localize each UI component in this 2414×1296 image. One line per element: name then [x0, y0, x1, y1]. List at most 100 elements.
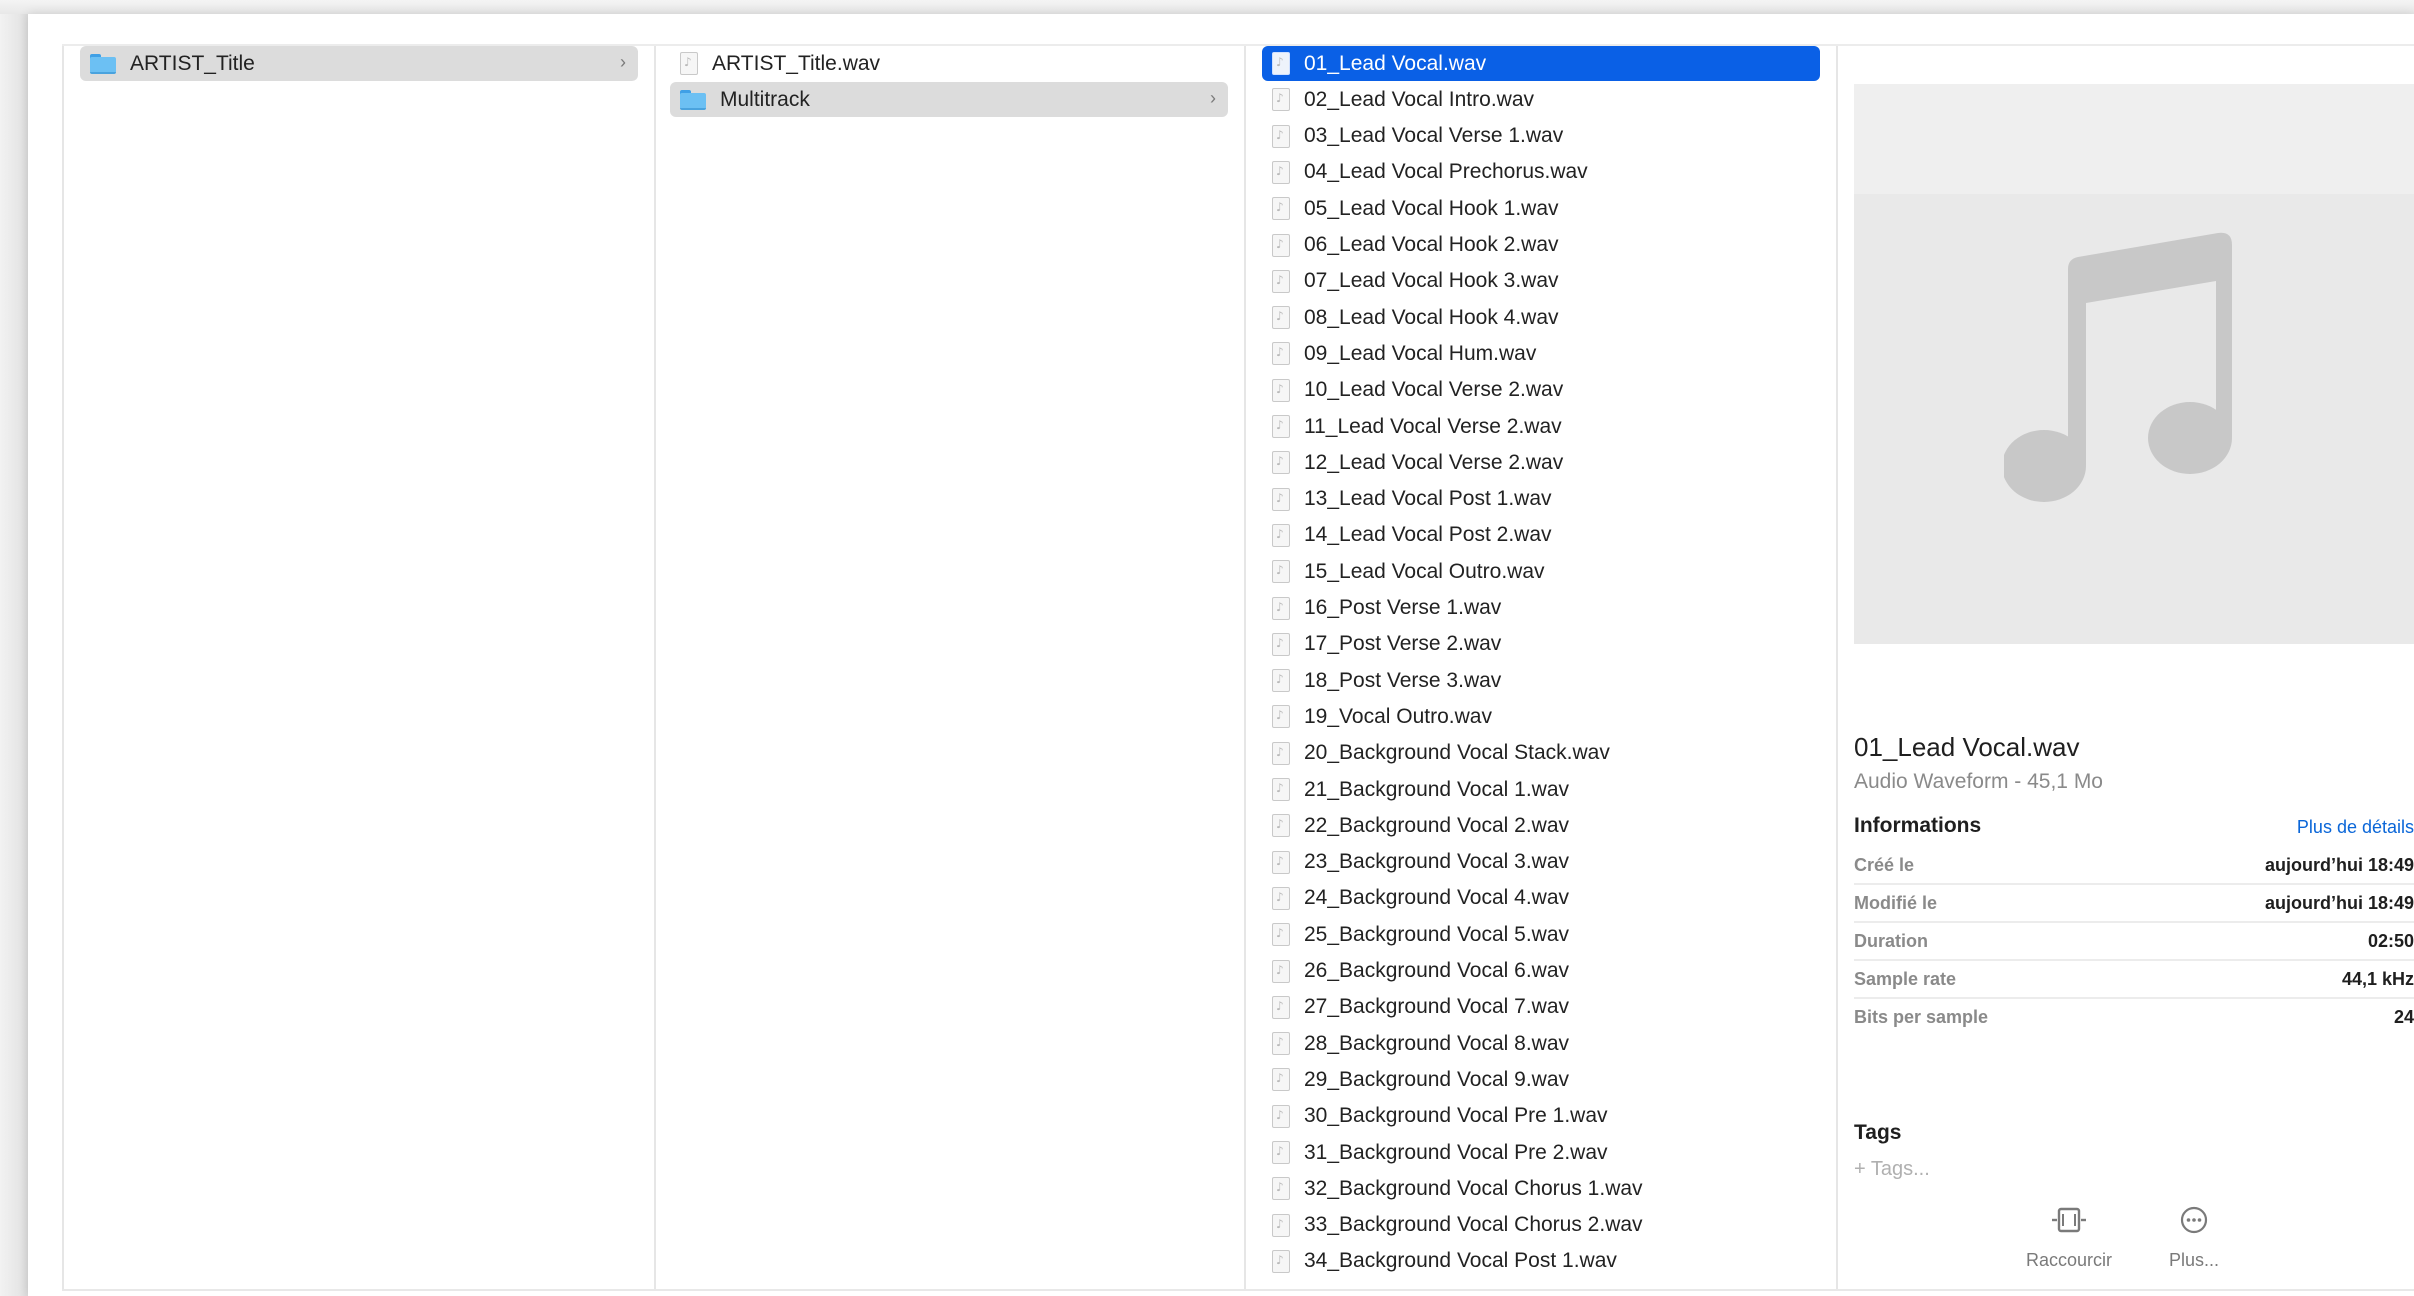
- preview-pane: 01_Lead Vocal.wav Audio Waveform - 45,1 …: [1854, 84, 2414, 1289]
- info-value: 44,1 kHz: [2341, 969, 2414, 989]
- info-label: Sample rate: [1854, 969, 1957, 989]
- file-row[interactable]: 10_Lead Vocal Verse 2.wav: [1262, 373, 1820, 408]
- file-name: 11_Lead Vocal Verse 2.wav: [1304, 414, 1562, 438]
- chevron-right-icon: ›: [620, 52, 626, 72]
- file-row[interactable]: 34_Background Vocal Post 1.wav: [1262, 1244, 1820, 1279]
- audio-file-icon: [1272, 632, 1290, 656]
- file-row[interactable]: 19_Vocal Outro.wav: [1262, 699, 1820, 734]
- file-row[interactable]: 22_Background Vocal 2.wav: [1262, 808, 1820, 843]
- file-row[interactable]: 28_Background Vocal 8.wav: [1262, 1026, 1820, 1061]
- file-name: 07_Lead Vocal Hook 3.wav: [1304, 269, 1559, 293]
- file-name: 10_Lead Vocal Verse 2.wav: [1304, 378, 1564, 402]
- more-button[interactable]: Plus...: [2139, 1204, 2249, 1271]
- file-row[interactable]: 06_Lead Vocal Hook 2.wav: [1262, 228, 1820, 263]
- info-value: aujourd’hui 18:49: [2264, 855, 2414, 875]
- info-label: Modifié le: [1854, 893, 1938, 913]
- file-row[interactable]: 33_Background Vocal Chorus 2.wav: [1262, 1208, 1820, 1243]
- file-row[interactable]: 05_Lead Vocal Hook 1.wav: [1262, 191, 1820, 226]
- window-bottom-divider: [62, 1289, 2414, 1291]
- audio-file-icon: [1272, 959, 1290, 983]
- info-value: 02:50: [2367, 931, 2414, 951]
- audio-file-icon: [1272, 52, 1290, 75]
- info-row-modified: Modifié le aujourd’hui 18:49: [1854, 885, 2414, 923]
- column-2[interactable]: ARTIST_Title.wav Multitrack ›: [654, 46, 1246, 1289]
- file-row[interactable]: 13_Lead Vocal Post 1.wav: [1262, 482, 1820, 517]
- preview-file-kind: Audio Waveform - 45,1 Mo: [1854, 770, 2103, 793]
- file-row[interactable]: 16_Post Verse 1.wav: [1262, 591, 1820, 626]
- file-name: 04_Lead Vocal Prechorus.wav: [1304, 160, 1588, 184]
- file-name: 06_Lead Vocal Hook 2.wav: [1304, 233, 1559, 256]
- file-row[interactable]: 18_Post Verse 3.wav: [1262, 663, 1820, 698]
- file-row[interactable]: 12_Lead Vocal Verse 2.wav: [1262, 445, 1820, 480]
- file-row[interactable]: 01_Lead Vocal.wav: [1262, 46, 1820, 81]
- file-row[interactable]: 03_Lead Vocal Verse 1.wav: [1262, 119, 1820, 154]
- file-name: 34_Background Vocal Post 1.wav: [1304, 1249, 1617, 1273]
- column-3[interactable]: 01_Lead Vocal.wav 02_Lead Vocal Intro.wav…: [1246, 46, 1838, 1289]
- trim-button[interactable]: Raccourcir: [2014, 1204, 2124, 1271]
- file-name: 33_Background Vocal Chorus 2.wav: [1304, 1213, 1643, 1237]
- file-row[interactable]: 29_Background Vocal 9.wav: [1262, 1062, 1820, 1097]
- finder-window: ARTIST_Title › ARTIST_Title.wav Multitra…: [28, 14, 2414, 1296]
- file-row[interactable]: 02_Lead Vocal Intro.wav: [1262, 82, 1820, 117]
- file-name: 15_Lead Vocal Outro.wav: [1304, 559, 1545, 583]
- file-row[interactable]: 24_Background Vocal 4.wav: [1262, 881, 1820, 916]
- file-name: 30_Background Vocal Pre 1.wav: [1304, 1104, 1608, 1128]
- file-row[interactable]: 04_Lead Vocal Prechorus.wav: [1262, 155, 1820, 190]
- file-row[interactable]: 21_Background Vocal 1.wav: [1262, 772, 1820, 807]
- file-name: 21_Background Vocal 1.wav: [1304, 777, 1570, 801]
- file-row[interactable]: 14_Lead Vocal Post 2.wav: [1262, 518, 1820, 553]
- audio-file-icon: [1272, 451, 1290, 475]
- folder-row-multitrack[interactable]: Multitrack ›: [670, 82, 1228, 117]
- file-row[interactable]: 08_Lead Vocal Hook 4.wav: [1262, 300, 1820, 335]
- more-details-link[interactable]: Plus de détails: [2297, 817, 2414, 838]
- audio-file-icon: [1272, 415, 1290, 438]
- info-label: Créé le: [1854, 855, 1915, 875]
- file-name: 12_Lead Vocal Verse 2.wav: [1304, 450, 1564, 474]
- window-shadow-left: [0, 0, 28, 1296]
- audio-file-icon: [1272, 306, 1290, 330]
- file-row[interactable]: 30_Background Vocal Pre 1.wav: [1262, 1099, 1820, 1134]
- audio-file-icon: [1272, 1249, 1290, 1273]
- file-name: 18_Post Verse 3.wav: [1304, 668, 1502, 692]
- audio-file-icon: [1272, 269, 1290, 293]
- file-name: 24_Background Vocal 4.wav: [1304, 886, 1570, 910]
- audio-file-icon: [1272, 741, 1290, 765]
- file-row[interactable]: 17_Post Verse 2.wav: [1262, 627, 1820, 662]
- file-row[interactable]: 09_Lead Vocal Hum.wav: [1262, 336, 1820, 371]
- file-name: 14_Lead Vocal Post 2.wav: [1304, 523, 1552, 547]
- folder-row-artist-title[interactable]: ARTIST_Title ›: [80, 46, 638, 81]
- file-name: 32_Background Vocal Chorus 1.wav: [1304, 1176, 1643, 1200]
- file-row[interactable]: 25_Background Vocal 5.wav: [1262, 917, 1820, 952]
- info-row-duration: Duration 02:50: [1854, 923, 2414, 961]
- audio-file-icon: [1272, 124, 1290, 148]
- file-row[interactable]: 31_Background Vocal Pre 2.wav: [1262, 1135, 1820, 1170]
- folder-icon: [90, 53, 116, 74]
- file-name: 26_Background Vocal 6.wav: [1304, 959, 1570, 982]
- file-row[interactable]: 32_Background Vocal Chorus 1.wav: [1262, 1171, 1820, 1206]
- file-name: ARTIST_Title.wav: [712, 51, 881, 75]
- audio-file-icon: [1272, 1213, 1290, 1237]
- column-1[interactable]: ARTIST_Title ›: [62, 46, 656, 1289]
- more-icon: [2180, 1206, 2208, 1234]
- audio-file-icon: [1272, 778, 1290, 801]
- audio-file-icon: [1272, 705, 1290, 729]
- file-row[interactable]: 26_Background Vocal 6.wav: [1262, 954, 1820, 989]
- file-row[interactable]: 20_Background Vocal Stack.wav: [1262, 736, 1820, 771]
- file-row[interactable]: 27_Background Vocal 7.wav: [1262, 990, 1820, 1025]
- file-name: 17_Post Verse 2.wav: [1304, 632, 1502, 656]
- file-row[interactable]: 11_Lead Vocal Verse 2.wav: [1262, 409, 1820, 444]
- folder-name: Multitrack: [720, 87, 810, 111]
- trim-icon: [2052, 1207, 2086, 1233]
- audio-file-icon: [1272, 850, 1290, 874]
- info-heading: Informations: [1854, 814, 1982, 837]
- info-value: 24: [2393, 1007, 2414, 1027]
- audio-file-icon: [1272, 1104, 1290, 1128]
- tags-input[interactable]: + Tags...: [1854, 1158, 1930, 1181]
- file-row[interactable]: 07_Lead Vocal Hook 3.wav: [1262, 264, 1820, 299]
- folder-name: ARTIST_Title: [130, 51, 255, 75]
- file-row-artist-title-wav[interactable]: ARTIST_Title.wav: [670, 46, 1228, 81]
- file-row[interactable]: 23_Background Vocal 3.wav: [1262, 845, 1820, 880]
- audio-file-icon: [1272, 923, 1290, 947]
- tags-heading: Tags: [1854, 1121, 1902, 1144]
- file-row[interactable]: 15_Lead Vocal Outro.wav: [1262, 554, 1820, 589]
